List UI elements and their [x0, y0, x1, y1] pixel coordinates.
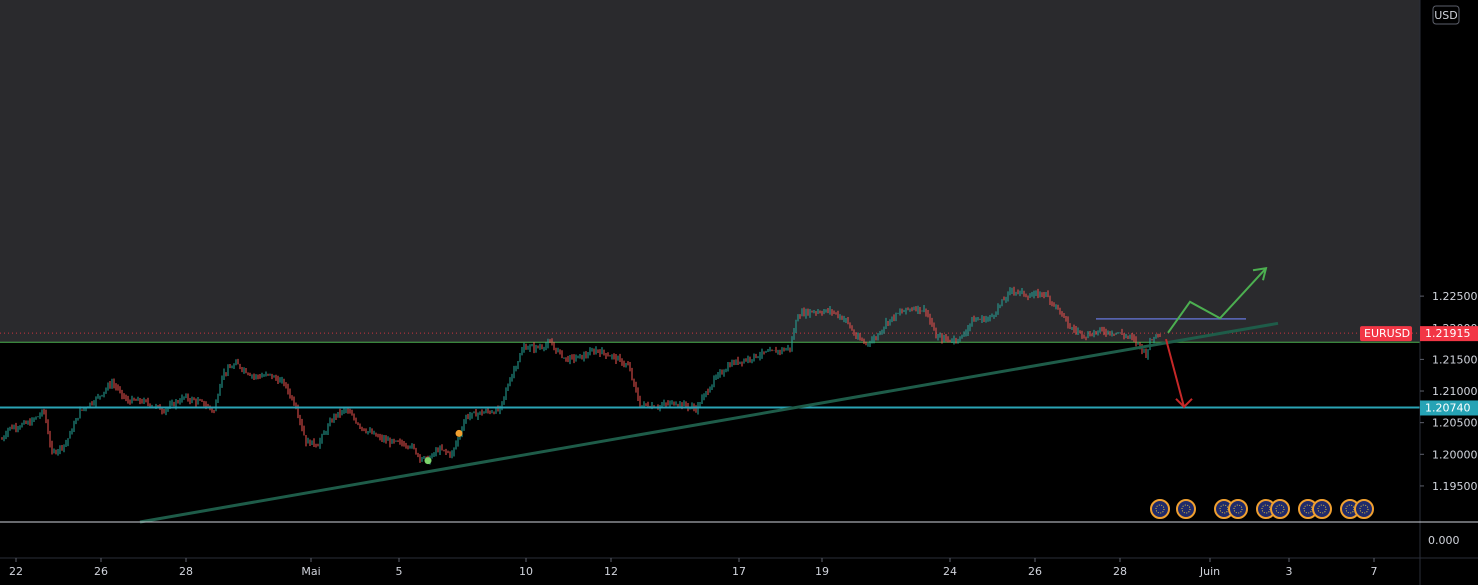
signal-markers	[424, 429, 463, 465]
price-badge-value: 1.21915	[1425, 327, 1471, 340]
x-tick-label: 5	[396, 565, 403, 578]
lower-pane-tick: 0.000	[1428, 534, 1460, 547]
event-icon[interactable]	[1270, 499, 1290, 519]
x-tick-label: 28	[179, 565, 193, 578]
x-tick-label: 26	[94, 565, 108, 578]
event-icon[interactable]	[1228, 499, 1248, 519]
x-axis-ticks: 22 26 28 Mai 5 10 12 17 19 24 26 28 Juin 3 7	[9, 558, 1378, 578]
y-tick-label: 1.21000	[1432, 385, 1478, 398]
support-price-badge: 1.20740	[1420, 400, 1478, 416]
price-chart[interactable]: 1.225001.220001.215001.210001.205001.200…	[0, 0, 1478, 585]
x-tick-label: 10	[519, 565, 533, 578]
x-tick-label: 12	[604, 565, 618, 578]
x-tick-label: 3	[1286, 565, 1293, 578]
event-icon[interactable]	[1176, 499, 1196, 519]
signal-marker	[424, 457, 432, 465]
y-tick-label: 1.21500	[1432, 353, 1478, 366]
ascending-trendline[interactable]	[139, 321, 1279, 524]
x-tick-label: 17	[732, 565, 746, 578]
resistance-zone	[0, 0, 1420, 343]
bearish-arrow[interactable]	[1165, 338, 1185, 408]
x-tick-label: 19	[815, 565, 829, 578]
x-tick-label: Juin	[1199, 565, 1220, 578]
signal-marker	[455, 429, 463, 437]
price-badge-symbol: EURUSD	[1364, 327, 1410, 340]
event-icon[interactable]	[1150, 499, 1170, 519]
chart-area[interactable]: 1.225001.220001.215001.210001.205001.200…	[0, 0, 1478, 585]
x-tick-label: 28	[1113, 565, 1127, 578]
x-tick-label: Mai	[301, 565, 320, 578]
x-tick-label: 7	[1371, 565, 1378, 578]
currency-button[interactable]: USD	[1434, 9, 1458, 22]
event-icon[interactable]	[1354, 499, 1374, 519]
x-tick-label: 22	[9, 565, 23, 578]
x-tick-label: 24	[943, 565, 957, 578]
support-badge-value: 1.20740	[1425, 401, 1471, 414]
y-tick-label: 1.20500	[1432, 417, 1478, 430]
bearish-arrow-head	[1175, 398, 1193, 409]
event-icon[interactable]	[1312, 499, 1332, 519]
x-tick-label: 26	[1028, 565, 1042, 578]
y-tick-label: 1.19500	[1432, 480, 1478, 493]
y-tick-label: 1.22500	[1432, 290, 1478, 303]
y-tick-label: 1.20000	[1432, 448, 1478, 461]
economic-events-row[interactable]	[1150, 499, 1374, 519]
